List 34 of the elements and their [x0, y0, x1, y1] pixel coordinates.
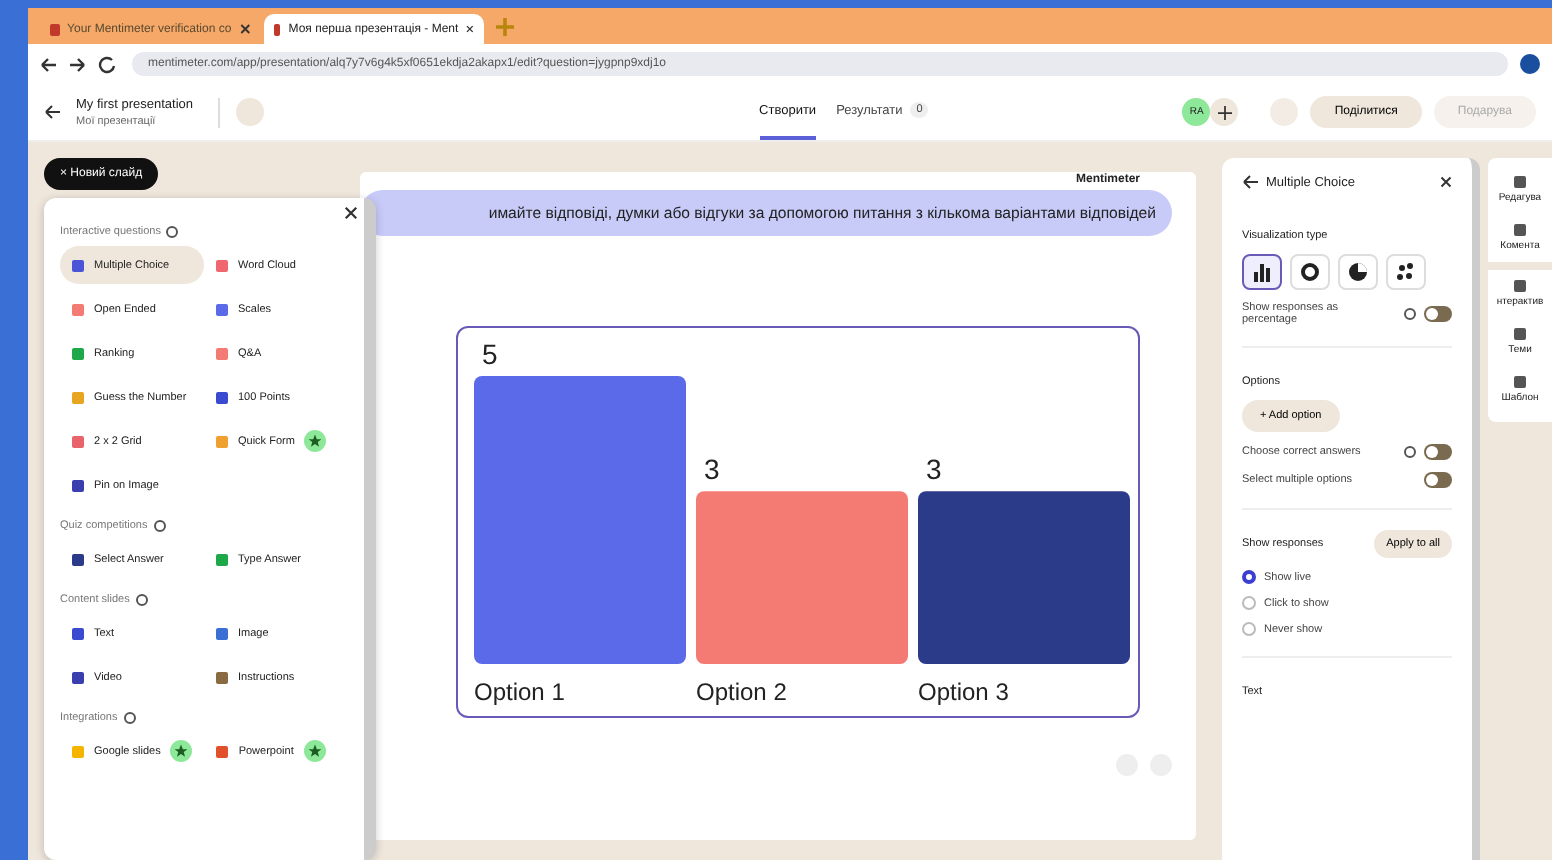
bar-value: 3	[704, 453, 720, 486]
visualization-option[interactable]	[1242, 254, 1282, 290]
close-icon[interactable]	[1440, 176, 1452, 188]
help-icon[interactable]	[166, 226, 179, 238]
radio-icon[interactable]	[1242, 622, 1256, 636]
help-icon[interactable]	[1404, 308, 1416, 320]
toggle-switch[interactable]	[1424, 472, 1452, 488]
back-arrow-icon[interactable]	[1242, 174, 1258, 190]
bar-chart-icon	[1252, 262, 1272, 282]
bar-category: Option 1	[474, 678, 565, 706]
toggle-switch[interactable]	[1424, 444, 1452, 460]
navigation-icons[interactable]	[40, 55, 120, 73]
help-icon[interactable]	[123, 712, 136, 724]
pie-chart-icon	[1348, 262, 1368, 282]
close-icon[interactable]	[239, 22, 250, 36]
donut-chart-icon	[1300, 262, 1320, 282]
favicon-icon	[50, 23, 60, 35]
back-arrow-icon[interactable]	[44, 104, 60, 120]
help-icon[interactable]	[135, 594, 148, 606]
help-icon[interactable]	[1404, 446, 1416, 458]
profile-icon[interactable]	[1520, 54, 1540, 74]
favicon-icon	[274, 23, 281, 35]
add-collaborator-icon[interactable]	[1210, 98, 1239, 126]
dot-chart-icon	[1396, 262, 1416, 282]
bar-value: 5	[482, 338, 498, 370]
help-icon[interactable]	[153, 520, 166, 532]
toggle-switch[interactable]	[1424, 306, 1452, 322]
radio-icon[interactable]	[1242, 570, 1256, 584]
radio-icon[interactable]	[1242, 596, 1256, 610]
bar-category: Option 2	[696, 678, 787, 706]
close-icon[interactable]	[466, 22, 474, 36]
bar-value: 3	[926, 453, 942, 486]
close-icon[interactable]	[344, 206, 358, 220]
bar-category: Option 3	[918, 678, 1009, 706]
